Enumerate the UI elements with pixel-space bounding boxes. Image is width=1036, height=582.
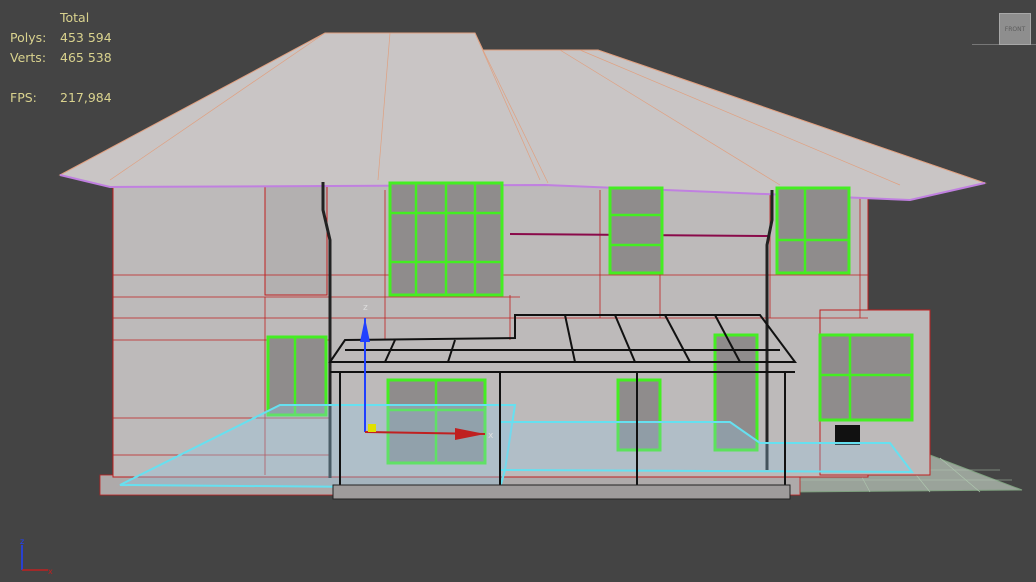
roof xyxy=(58,32,987,201)
stats-header: Total xyxy=(60,10,90,25)
viewcube-face-label[interactable]: FRONT xyxy=(1005,26,1026,33)
svg-text:x: x xyxy=(488,431,494,441)
svg-text:z: z xyxy=(363,303,368,313)
scene-house-model[interactable]: z x z x xyxy=(0,0,1036,582)
verts-value: 465 538 xyxy=(60,50,112,65)
viewport-statistics: Total Polys: 453 594 Verts: 465 538 FPS: 21… xyxy=(10,8,112,108)
viewport-front[interactable]: z x z x Total Polys: 453 594 Verts: 465 53… xyxy=(0,0,1036,582)
verts-label: Verts: xyxy=(10,50,47,65)
polys-value: 453 594 xyxy=(60,30,112,45)
balcony-recess xyxy=(264,179,328,296)
pergola-base xyxy=(332,484,791,500)
fps-value: 217,984 xyxy=(60,90,112,105)
fps-label: FPS: xyxy=(10,90,37,105)
svg-text:z: z xyxy=(20,537,24,546)
svg-text:x: x xyxy=(48,567,53,576)
viewcube-icon[interactable]: FRONT xyxy=(999,13,1031,45)
world-axis-icon: z x xyxy=(20,537,53,576)
polys-label: Polys: xyxy=(10,30,47,45)
